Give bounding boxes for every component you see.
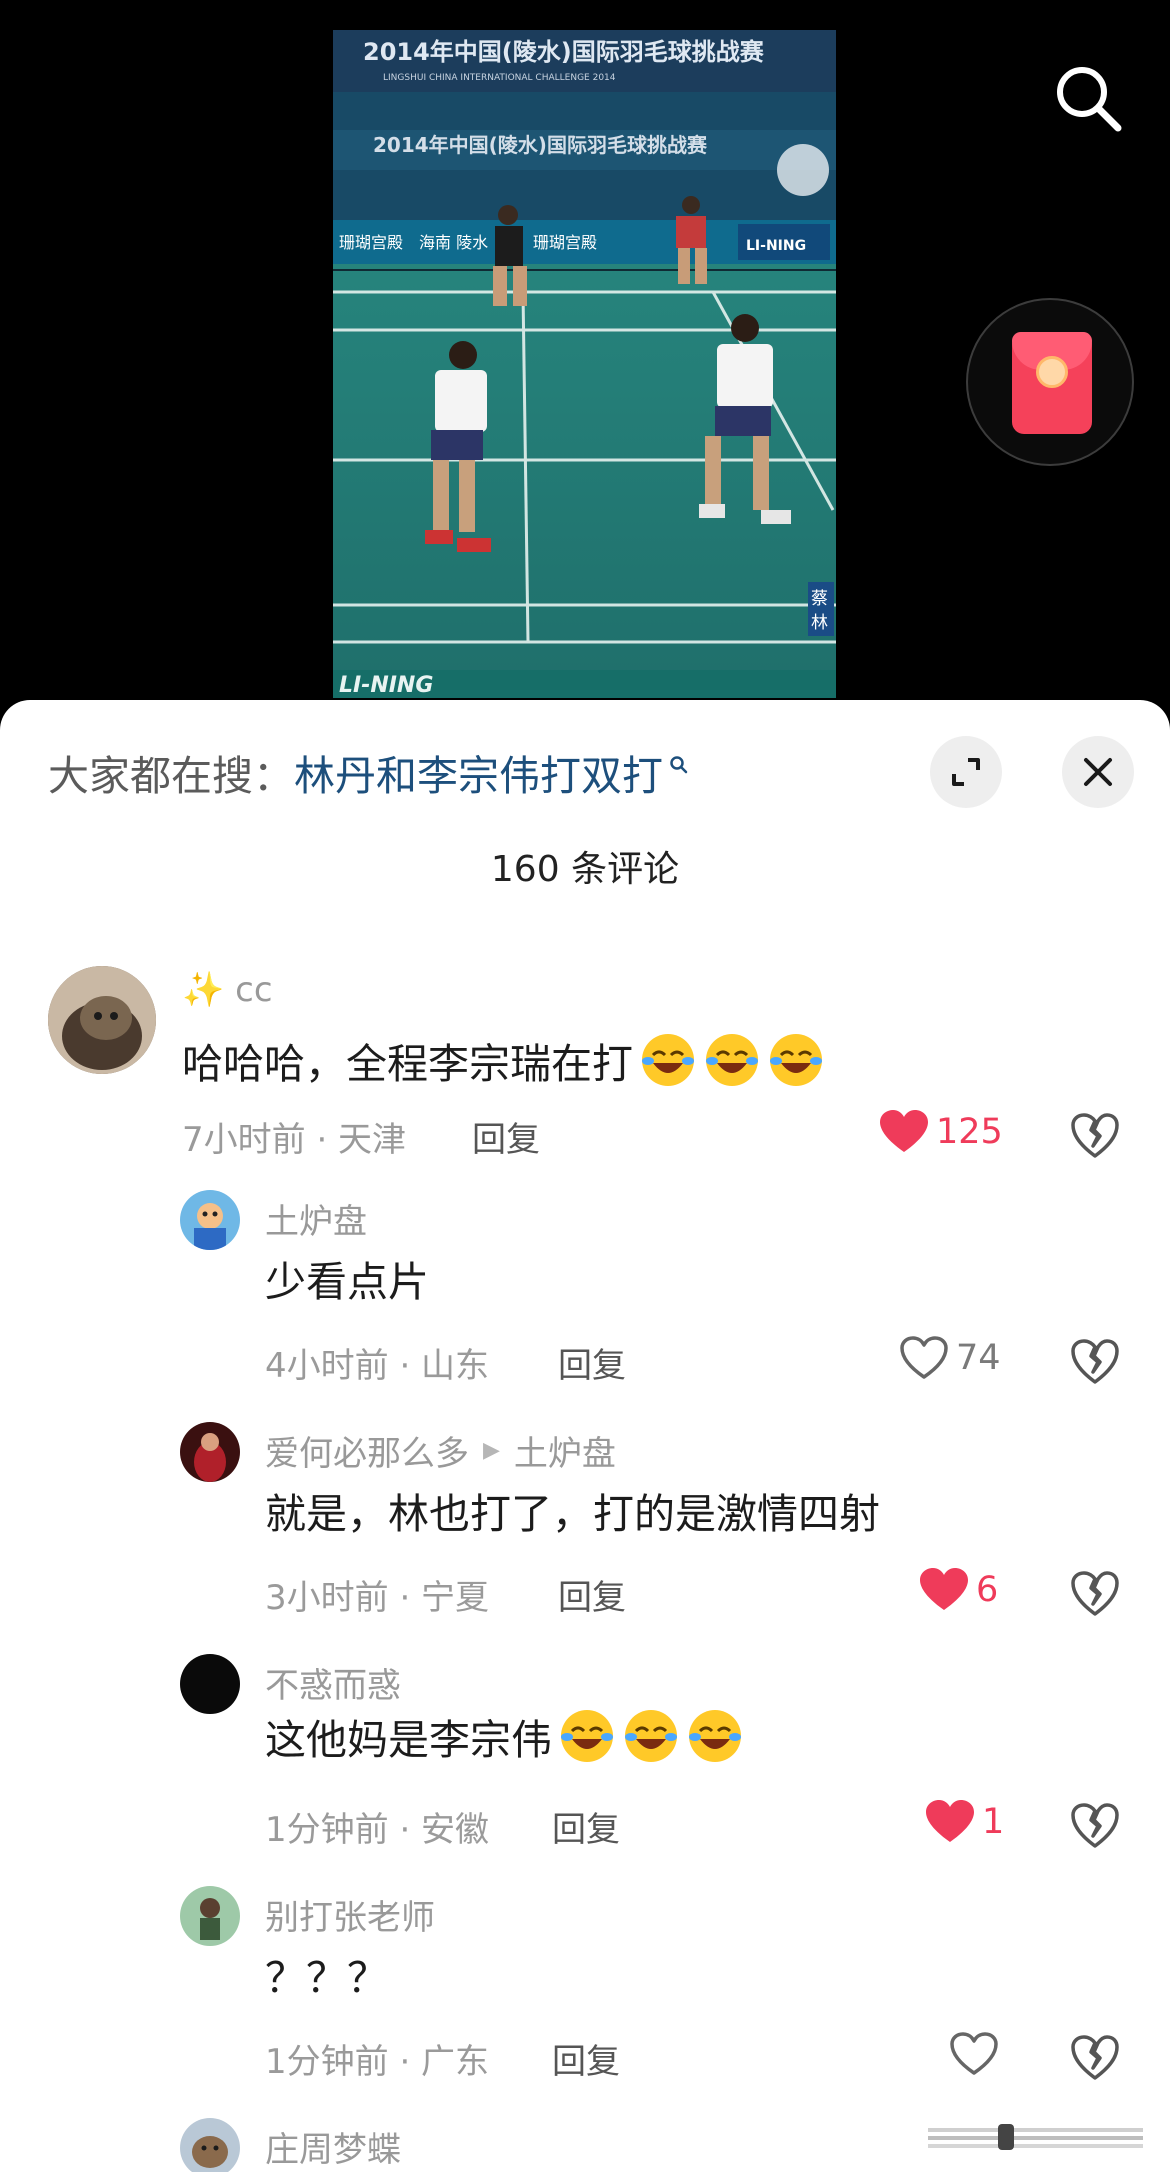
laughing-crying-emoji-icon xyxy=(639,1031,697,1089)
broken-heart-icon[interactable] xyxy=(1070,1570,1120,1618)
avatar[interactable] xyxy=(180,1654,240,1714)
like-count: 6 xyxy=(976,1570,999,1610)
heart-filled-icon xyxy=(920,1568,968,1610)
broken-heart-icon[interactable] xyxy=(1070,1802,1120,1850)
comment-meta: 7小时前 · 天津 xyxy=(182,1120,407,1160)
sponsor-logo: LI-NING xyxy=(746,238,806,254)
reply-button[interactable]: 回复 xyxy=(472,1112,540,1161)
avatar[interactable] xyxy=(180,1422,240,1482)
like-count: 74 xyxy=(956,1338,1001,1378)
banner-subtitle: LINGSHUI CHINA INTERNATIONAL CHALLENGE 2… xyxy=(383,73,616,83)
comment-text: 少看点片 xyxy=(265,1258,429,1306)
close-button[interactable] xyxy=(1062,736,1134,808)
avatar[interactable] xyxy=(180,2118,240,2172)
heart-filled-icon xyxy=(926,1800,974,1842)
like-count: 125 xyxy=(936,1112,1003,1152)
reply-button[interactable]: 回复 xyxy=(552,1802,620,1851)
like-button[interactable]: 1 xyxy=(926,1800,1004,1844)
laughing-crying-emoji-icon xyxy=(558,1707,616,1765)
comment-username[interactable]: ✨ cc xyxy=(182,970,273,1010)
laughing-crying-emoji-icon xyxy=(767,1031,825,1089)
comment-username[interactable]: 别打张老师 xyxy=(265,1890,435,1939)
laughing-crying-emoji-icon xyxy=(622,1707,680,1765)
comment-username[interactable]: 不惑而惑 xyxy=(265,1658,401,1707)
like-button[interactable]: 74 xyxy=(900,1336,1001,1380)
avatar[interactable] xyxy=(180,1886,240,1946)
search-icon[interactable] xyxy=(1050,60,1126,136)
comment-meta: 1分钟前 · 安徽 xyxy=(265,1810,490,1850)
hot-search-bar[interactable]: 大家都在搜： 林丹和李宗伟打双打 xyxy=(48,744,689,800)
comment-meta: 1分钟前 · 广东 xyxy=(265,2042,490,2082)
comment-meta: 3小时前 · 宁夏 xyxy=(265,1578,490,1618)
reply-button[interactable]: 回复 xyxy=(558,1338,626,1387)
like-count: 1 xyxy=(982,1802,1005,1842)
video-area[interactable]: 2014年中国(陵水)国际羽毛球挑战赛 LINGSHUI CHINA INTER… xyxy=(0,0,1170,720)
reply-to-username[interactable]: 土炉盘 xyxy=(514,1426,616,1475)
close-icon xyxy=(1084,758,1112,786)
red-packet-button[interactable] xyxy=(966,298,1134,466)
avatar[interactable] xyxy=(48,966,156,1074)
expand-button[interactable] xyxy=(930,736,1002,808)
laughing-crying-emoji-icon xyxy=(686,1707,744,1765)
comment-username-row: 爱何必那么多 ▶ 土炉盘 xyxy=(265,1426,616,1475)
heart-filled-icon xyxy=(880,1110,928,1152)
scoreboard-top: 蔡 xyxy=(811,589,828,609)
sponsor-board-mid: 海南 陵水 xyxy=(419,233,488,252)
avatar[interactable] xyxy=(180,1190,240,1250)
comment-text: 就是，林也打了，打的是激情四射 xyxy=(265,1490,880,1538)
comment-text: 哈哈哈，全程李宗瑞在打 xyxy=(182,1040,633,1088)
comment-username[interactable]: 土炉盘 xyxy=(265,1194,367,1243)
hot-search-query-link[interactable]: 林丹和李宗伟打双打 xyxy=(294,742,663,802)
comment-count: 160 条评论 xyxy=(490,849,680,890)
banner-title-2: 2014年中国(陵水)国际羽毛球挑战赛 xyxy=(373,133,708,157)
expand-icon xyxy=(952,758,980,786)
search-icon xyxy=(670,756,688,774)
red-packet-icon xyxy=(1012,332,1092,434)
heart-outline-icon xyxy=(950,2032,998,2075)
comment-text-row: 这他妈是李宗伟 xyxy=(265,1706,744,1766)
reply-arrow-icon: ▶ xyxy=(483,1438,500,1463)
sponsor-board-left: 珊瑚宫殿 xyxy=(339,233,403,252)
sponsor-board-right: 珊瑚宫殿 xyxy=(533,233,597,252)
like-button[interactable]: 125 xyxy=(880,1110,1003,1154)
reply-button[interactable]: 回复 xyxy=(552,2034,620,2083)
comment-username[interactable]: 爱何必那么多 xyxy=(265,1426,469,1475)
badminton-court-scene: 2014年中国(陵水)国际羽毛球挑战赛 LINGSHUI CHINA INTER… xyxy=(333,30,836,698)
comment-text-row: 哈哈哈，全程李宗瑞在打 xyxy=(182,1030,825,1090)
broken-heart-icon[interactable] xyxy=(1070,1338,1120,1386)
broken-heart-icon[interactable] xyxy=(1070,1112,1120,1160)
comment-meta: 4小时前 · 山东 xyxy=(265,1346,490,1386)
like-button[interactable]: 6 xyxy=(920,1568,998,1612)
hot-search-prefix: 大家都在搜： xyxy=(48,752,294,800)
like-button[interactable] xyxy=(950,2032,998,2076)
comment-text: 这他妈是李宗伟 xyxy=(265,1716,552,1764)
comment-username[interactable]: 庄周梦蝶 xyxy=(265,2122,401,2171)
comment-sheet: 大家都在搜： 林丹和李宗伟打双打 160 条评论 ✨ cc 哈哈哈，全程李宗瑞在… xyxy=(0,700,1170,2172)
scroll-indicator[interactable] xyxy=(928,2120,1143,2154)
reply-button[interactable]: 回复 xyxy=(558,1570,626,1619)
laughing-crying-emoji-icon xyxy=(703,1031,761,1089)
scoreboard-bottom: 林 xyxy=(811,613,828,633)
comment-text: ？？？ xyxy=(265,1954,388,2002)
broken-heart-icon[interactable] xyxy=(1070,2034,1120,2082)
video-player[interactable]: 2014年中国(陵水)国际羽毛球挑战赛 LINGSHUI CHINA INTER… xyxy=(333,30,836,698)
heart-outline-icon xyxy=(900,1336,948,1379)
floor-sponsor: LI-NING xyxy=(339,673,433,698)
banner-title: 2014年中国(陵水)国际羽毛球挑战赛 xyxy=(363,38,765,66)
